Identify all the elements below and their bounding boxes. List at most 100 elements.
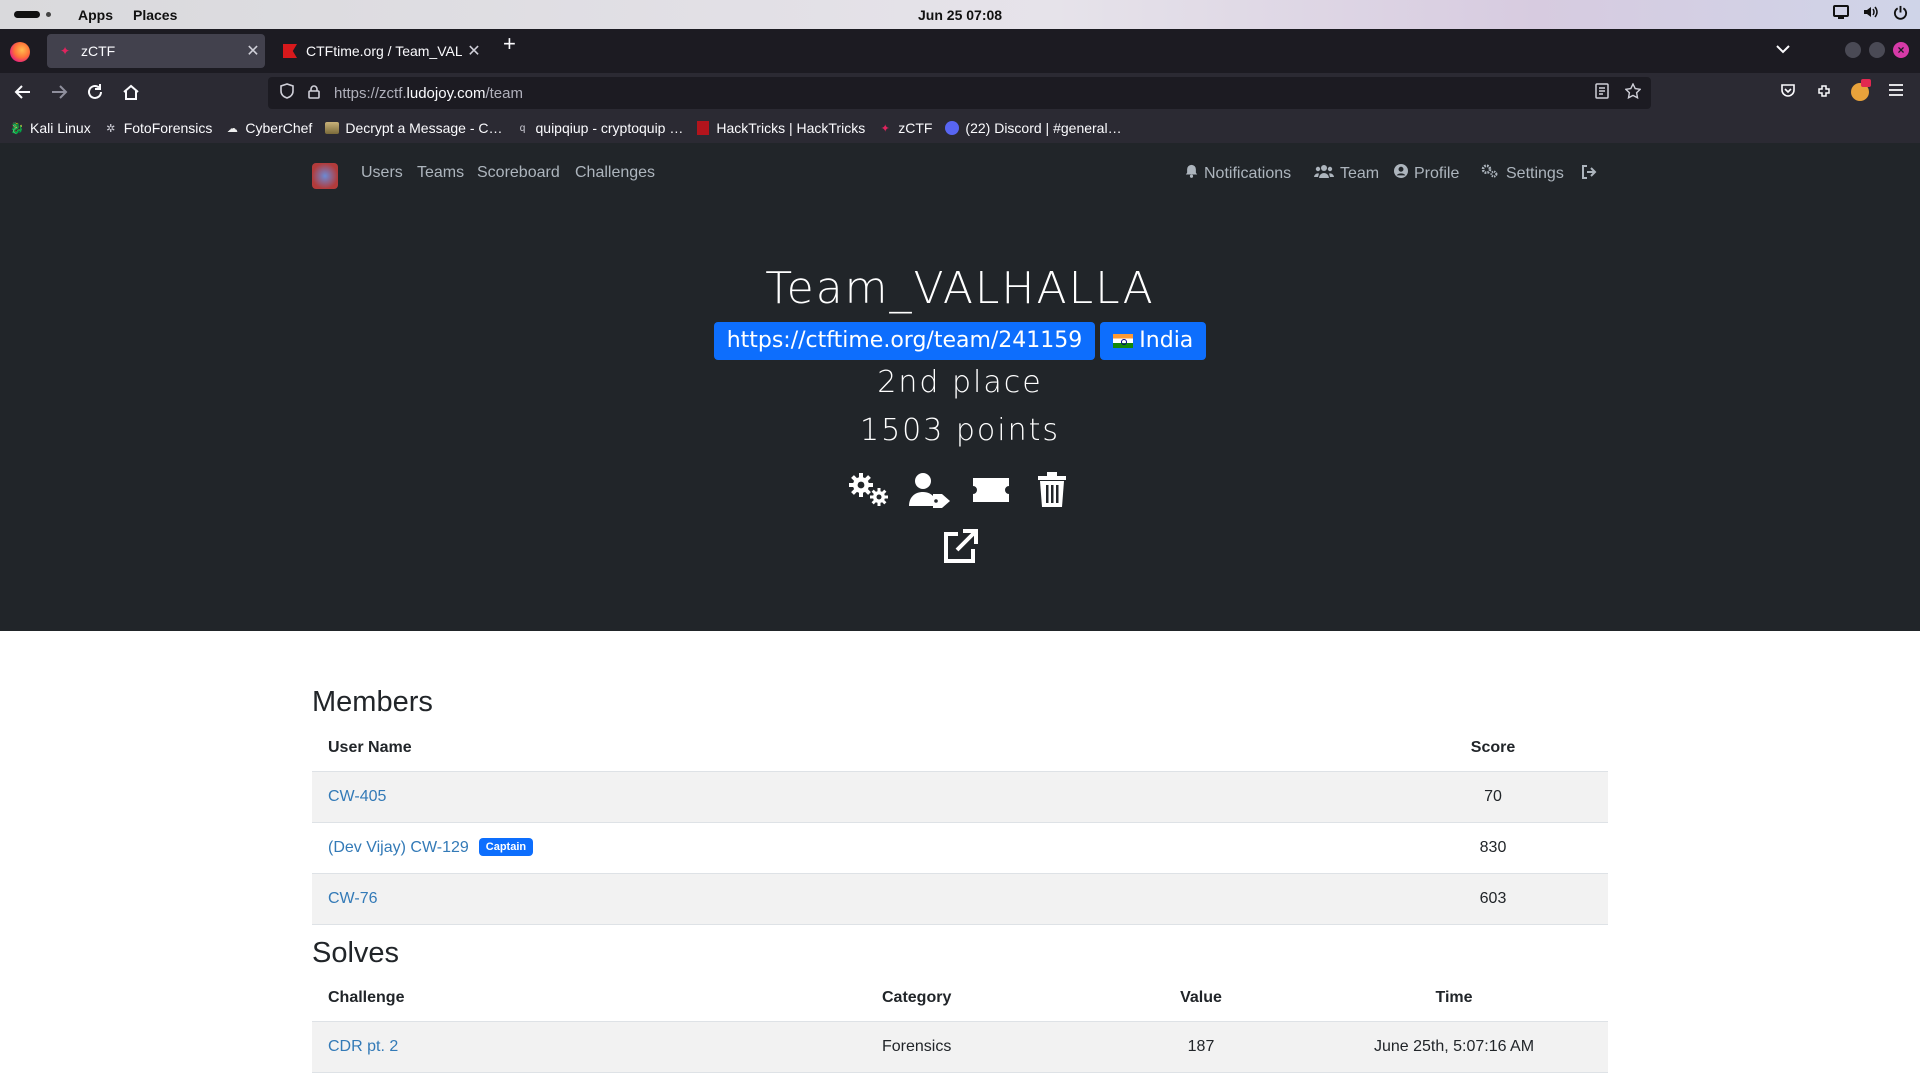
site-navbar: Users Teams Scoreboard Challenges Notifi… (0, 143, 1920, 203)
account-avatar-icon[interactable] (1851, 79, 1871, 106)
logout-icon[interactable] (1581, 164, 1597, 185)
places-menu[interactable]: Places (133, 7, 177, 23)
nav-team[interactable]: Team (1314, 164, 1379, 183)
nav-label: Settings (1506, 165, 1564, 182)
close-window-icon[interactable]: × (1893, 42, 1909, 58)
close-tab-icon[interactable]: ✕ (462, 41, 486, 61)
workspace-indicator[interactable] (14, 11, 40, 18)
solves-header-row: Challenge Category Value Time (312, 976, 1608, 1022)
team-points: 1503 points (859, 413, 1061, 448)
challenge-header[interactable]: Challenge (312, 976, 866, 1022)
system-tray (1833, 5, 1908, 24)
tab-ctftime[interactable]: CTFtime.org / Team_VALI ✕ (272, 34, 486, 68)
nav-teams[interactable]: Teams (417, 164, 464, 182)
bookmarks-toolbar: 🐉 Kali Linux ✲ FotoForensics ☁ CyberChef De… (0, 113, 1920, 143)
pocket-icon[interactable] (1780, 83, 1796, 104)
trash-icon[interactable] (1031, 471, 1073, 509)
app-menu-icon[interactable] (1888, 83, 1904, 102)
os-top-bar: Apps Places Jun 25 07:08 (0, 0, 1920, 29)
url-bar[interactable]: https://zctf.ludojoy.com/team (268, 77, 1651, 109)
minimize-window-icon[interactable] (1845, 42, 1861, 58)
country-label: India (1139, 328, 1194, 353)
bookmark-star-icon[interactable] (1624, 82, 1642, 103)
power-icon[interactable] (1893, 5, 1908, 24)
extensions-icon[interactable] (1816, 83, 1832, 104)
chef-hat-icon: ☁ (226, 122, 238, 135)
bookmark-kali-linux[interactable]: 🐉 Kali Linux (10, 120, 91, 136)
team-website-badge[interactable]: https://ctftime.org/team/241159 (713, 322, 1096, 360)
member-link[interactable]: CW-405 (328, 788, 386, 805)
url-path: /team (485, 84, 523, 102)
member-link[interactable]: (Dev Vijay) CW-129 (328, 839, 469, 856)
url-text[interactable]: https://zctf.ludojoy.com/team (334, 85, 523, 102)
volume-icon[interactable] (1863, 5, 1879, 24)
nav-settings[interactable]: Settings (1480, 164, 1564, 183)
score-header[interactable]: Score (1378, 726, 1608, 772)
members-table: User Name Score CW-405 70 (Dev Vijay) CW… (312, 726, 1608, 925)
value-header[interactable]: Value (1102, 976, 1300, 1022)
url-domain: ludojoy.com (406, 84, 486, 102)
reader-view-icon[interactable] (1595, 83, 1609, 103)
team-header: Team_VALHALLA https://ctftime.org/team/2… (0, 203, 1920, 631)
member-link[interactable]: CW-76 (328, 890, 378, 907)
display-icon[interactable] (1833, 5, 1849, 24)
maximize-window-icon[interactable] (1869, 42, 1885, 58)
forward-icon[interactable] (50, 83, 68, 106)
nav-label: Profile (1414, 165, 1460, 182)
zctf-favicon-icon: ✦ (59, 44, 71, 58)
ctftime-favicon-icon (282, 43, 298, 59)
external-link-icon[interactable] (939, 528, 981, 566)
users-icon (1314, 165, 1334, 182)
nav-users[interactable]: Users (361, 164, 403, 182)
firefox-icon[interactable] (10, 42, 30, 62)
decrypt-icon (325, 121, 340, 135)
time-header[interactable]: Time (1300, 976, 1608, 1022)
solve-category: Forensics (866, 1021, 1102, 1073)
bookmark-label: quipqiup - cryptoquip … (535, 120, 684, 136)
tab-title: CTFtime.org / Team_VALI (306, 43, 462, 59)
challenge-link[interactable]: CDR pt. 2 (328, 1038, 398, 1055)
list-all-tabs-icon[interactable] (1776, 41, 1790, 57)
nav-scoreboard[interactable]: Scoreboard (477, 164, 560, 182)
tab-title: zCTF (81, 43, 116, 59)
workspace-dot[interactable] (46, 12, 51, 17)
new-tab-icon[interactable]: + (503, 31, 516, 57)
nav-profile[interactable]: Profile (1394, 164, 1459, 183)
nav-notifications[interactable]: Notifications (1185, 164, 1291, 183)
fotoforensics-icon: ✲ (106, 122, 116, 135)
user-name-header[interactable]: User Name (312, 726, 1378, 772)
bookmark-discord[interactable]: (22) Discord | #general… (945, 120, 1122, 136)
tracking-protection-shield-icon[interactable] (280, 83, 294, 103)
captain-badge: Captain (478, 838, 534, 856)
team-badges: https://ctftime.org/team/241159 India (0, 322, 1920, 360)
browser-tab-bar: ✦ zCTF ✕ CTFtime.org / Team_VALI ✕ + × (0, 29, 1920, 73)
apps-menu[interactable]: Apps (78, 7, 113, 23)
team-country-badge[interactable]: India (1100, 322, 1207, 360)
solve-value: 187 (1102, 1021, 1300, 1073)
back-icon[interactable] (14, 83, 32, 106)
bookmark-label: CyberChef (245, 120, 313, 136)
bookmark-cyberchef[interactable]: ☁ CyberChef (225, 120, 312, 136)
tab-zctf[interactable]: ✦ zCTF ✕ (47, 34, 265, 68)
bookmark-fotoforensics[interactable]: ✲ FotoForensics (104, 120, 212, 136)
discord-icon (945, 121, 960, 135)
close-tab-icon[interactable]: ✕ (241, 41, 265, 61)
bookmark-quipqiup[interactable]: q quipqiup - cryptoquip … (516, 120, 684, 136)
bookmark-hacktricks[interactable]: HackTricks | HackTricks (696, 120, 865, 136)
bookmark-label: zCTF (898, 120, 933, 136)
reload-icon[interactable] (86, 83, 104, 106)
ticket-icon[interactable] (970, 471, 1012, 509)
member-score: 70 (1378, 771, 1608, 823)
lock-icon[interactable] (308, 84, 320, 102)
nav-challenges[interactable]: Challenges (575, 164, 655, 182)
clock[interactable]: Jun 25 07:08 (918, 7, 1002, 23)
team-name: Team_VALHALLA (765, 263, 1155, 314)
bookmark-zctf[interactable]: ✦ zCTF (878, 120, 933, 136)
bookmark-decrypt-message[interactable]: Decrypt a Message - C… (325, 120, 503, 136)
home-icon[interactable] (122, 83, 140, 106)
category-header[interactable]: Category (866, 976, 1102, 1022)
user-tag-icon[interactable] (908, 471, 951, 509)
ctf-logo[interactable] (312, 163, 338, 189)
team-settings-cogs-icon[interactable] (848, 471, 890, 509)
cogs-icon (1480, 164, 1500, 182)
